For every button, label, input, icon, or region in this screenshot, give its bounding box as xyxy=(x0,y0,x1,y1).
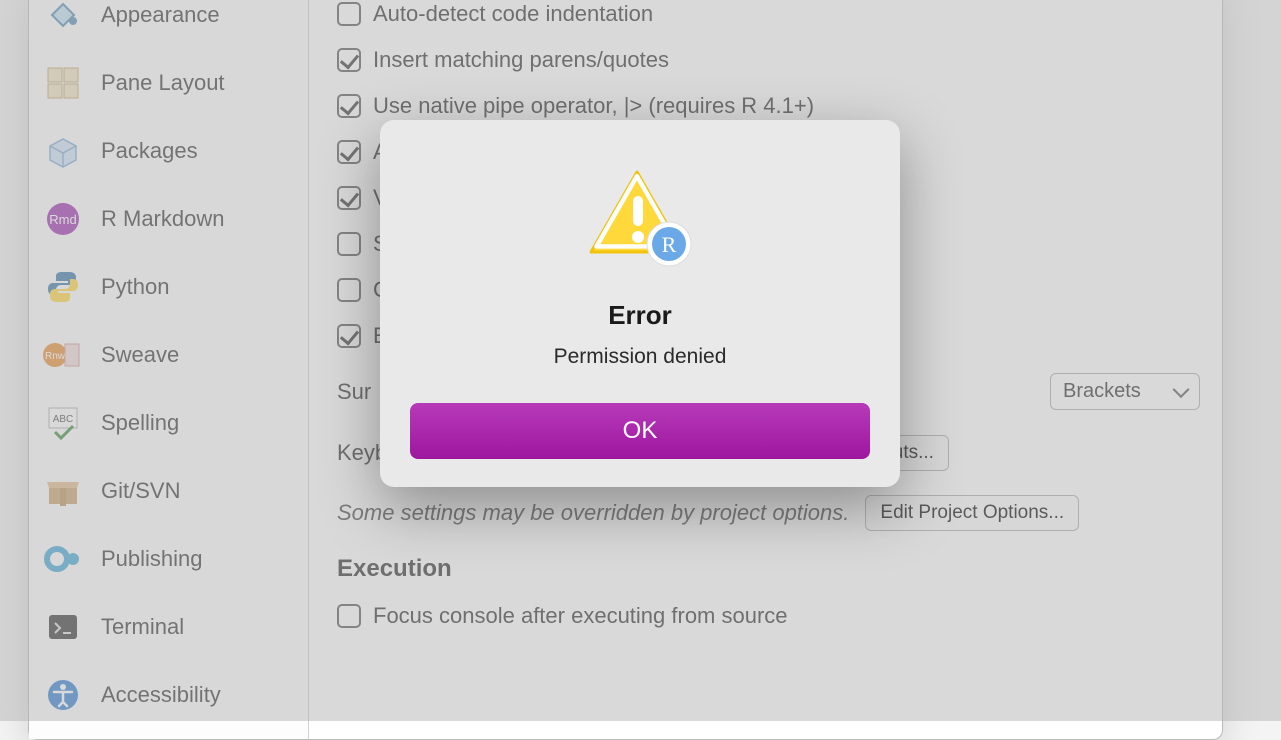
error-title: Error xyxy=(410,300,870,331)
warning-icon: R xyxy=(585,162,695,272)
error-dialog: R Error Permission denied OK xyxy=(380,120,900,487)
svg-text:R: R xyxy=(662,232,677,257)
ok-button[interactable]: OK xyxy=(410,403,870,459)
error-message: Permission denied xyxy=(410,345,870,369)
